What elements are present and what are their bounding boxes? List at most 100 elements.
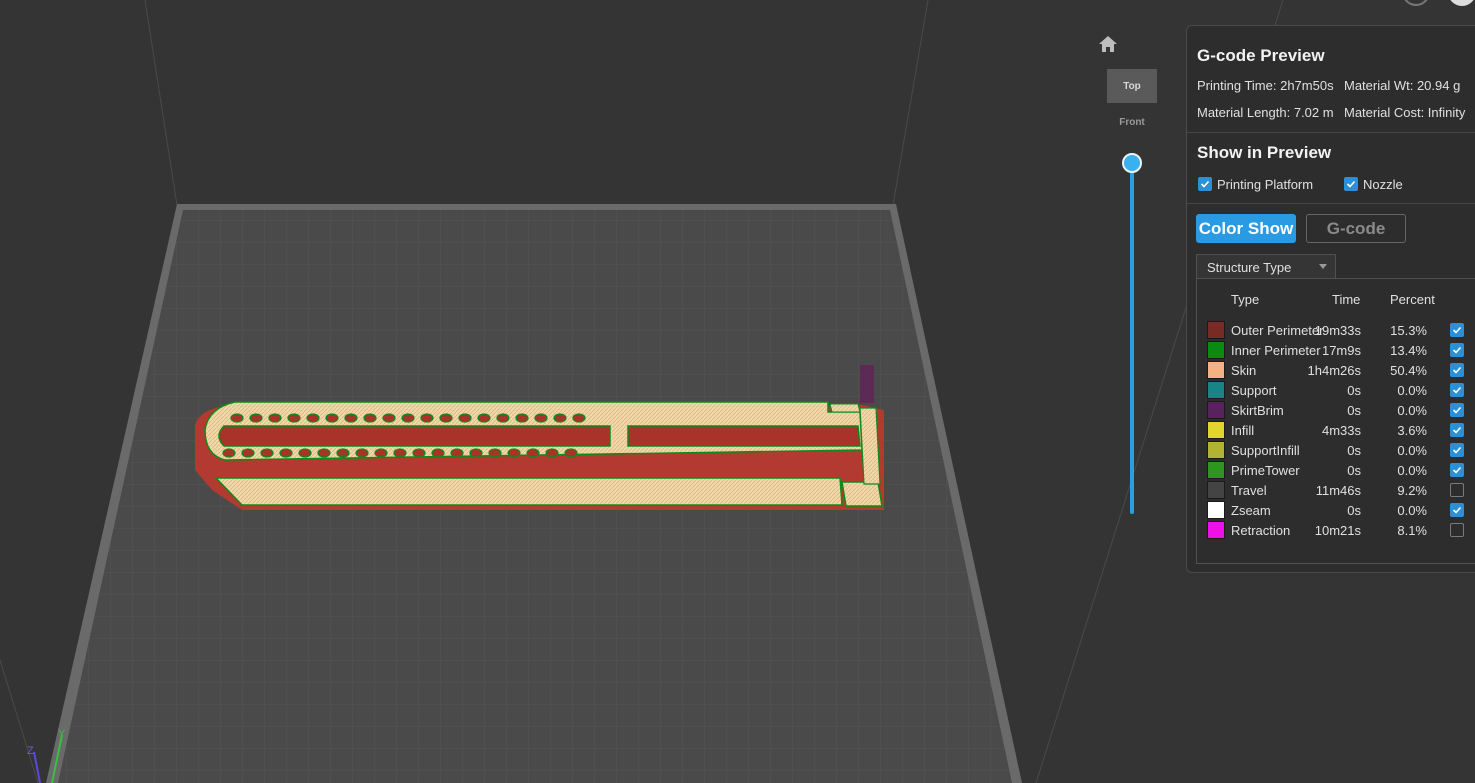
printing-platform-label: Printing Platform	[1217, 177, 1314, 192]
row-percent: 9.2%	[1397, 483, 1427, 498]
color-swatch	[1207, 481, 1225, 499]
printing-platform-checkbox[interactable]	[1198, 177, 1212, 191]
row-time: 0s	[1347, 463, 1361, 478]
view-top-button[interactable]: Top	[1107, 69, 1157, 103]
row-percent: 8.1%	[1397, 523, 1427, 538]
gcode-preview-title: G-code Preview	[1197, 46, 1325, 65]
checkmark-icon	[1346, 180, 1356, 188]
checkmark-icon	[1452, 446, 1462, 454]
row-percent: 13.4%	[1390, 343, 1427, 358]
column-header-percent: Percent	[1390, 292, 1435, 307]
row-visibility-checkbox[interactable]	[1450, 323, 1464, 337]
row-percent: 0.0%	[1397, 503, 1427, 518]
row-time: 0s	[1347, 503, 1361, 518]
structure-type-dropdown[interactable]: Structure Type	[1196, 254, 1336, 279]
volume-edge-line	[144, 0, 178, 206]
layer-slider-track[interactable]	[1130, 168, 1134, 514]
color-swatch	[1207, 381, 1225, 399]
color-swatch	[1207, 341, 1225, 359]
color-swatch	[1207, 441, 1225, 459]
table-row: Support 0s 0.0%	[1197, 381, 1475, 401]
row-percent: 0.0%	[1397, 403, 1427, 418]
divider	[1187, 203, 1475, 204]
row-visibility-checkbox[interactable]	[1450, 403, 1464, 417]
color-swatch	[1207, 401, 1225, 419]
row-time: 0s	[1347, 403, 1361, 418]
row-time: 19m33s	[1314, 323, 1361, 338]
table-row: Outer Perimeter 19m33s 15.3%	[1197, 321, 1475, 341]
row-time: 10m21s	[1314, 523, 1361, 538]
table-row: Infill 4m33s 3.6%	[1197, 421, 1475, 441]
row-visibility-checkbox[interactable]	[1450, 503, 1464, 517]
row-time: 1h4m26s	[1307, 363, 1361, 378]
row-percent: 3.6%	[1397, 423, 1427, 438]
nozzle-marker	[860, 365, 874, 403]
row-visibility-checkbox[interactable]	[1450, 363, 1464, 377]
row-visibility-checkbox[interactable]	[1450, 443, 1464, 457]
row-visibility-checkbox[interactable]	[1450, 463, 1464, 477]
svg-text:Z: Z	[27, 745, 34, 757]
row-time: 11m46s	[1315, 483, 1361, 498]
checkmark-icon	[1452, 426, 1462, 434]
row-percent: 15.3%	[1390, 323, 1427, 338]
table-row: Retraction 10m21s 8.1%	[1197, 521, 1475, 541]
color-swatch	[1207, 501, 1225, 519]
color-swatch	[1207, 361, 1225, 379]
column-header-type: Type	[1231, 292, 1260, 307]
dropdown-arrow-icon	[1319, 264, 1327, 269]
checkmark-icon	[1452, 326, 1462, 334]
checkmark-icon	[1452, 386, 1462, 394]
color-show-button[interactable]: Color Show	[1196, 214, 1296, 243]
table-row: Zseam 0s 0.0%	[1197, 501, 1475, 521]
color-swatch	[1207, 321, 1225, 339]
nozzle-checkbox[interactable]	[1344, 177, 1358, 191]
row-visibility-checkbox[interactable]	[1450, 343, 1464, 357]
row-percent: 0.0%	[1397, 443, 1427, 458]
color-swatch	[1207, 461, 1225, 479]
color-swatch	[1207, 421, 1225, 439]
layer-slider-handle[interactable]	[1122, 153, 1142, 173]
row-visibility-checkbox[interactable]	[1450, 423, 1464, 437]
dropdown-value: Structure Type	[1207, 260, 1292, 275]
row-time: 0s	[1347, 383, 1361, 398]
row-percent: 0.0%	[1397, 463, 1427, 478]
table-row: Travel 11m46s 9.2%	[1197, 481, 1475, 501]
checkmark-icon	[1452, 406, 1462, 414]
row-time: 4m33s	[1321, 423, 1361, 438]
gcode-preview-panel: G-code Preview Printing Time: 2h7m50s Ma…	[1186, 25, 1475, 573]
row-percent: 0.0%	[1397, 383, 1427, 398]
home-view-button[interactable]	[1097, 33, 1119, 55]
table-row: PrimeTower 0s 0.0%	[1197, 461, 1475, 481]
show-in-preview-title: Show in Preview	[1197, 143, 1332, 162]
checkmark-icon	[1452, 366, 1462, 374]
material-cost: Material Cost: Infinity	[1344, 105, 1466, 120]
home-icon	[1099, 36, 1117, 52]
checkmark-icon	[1452, 506, 1462, 514]
row-percent: 50.4%	[1390, 363, 1427, 378]
svg-text:Y: Y	[58, 728, 66, 740]
checkmark-icon	[1452, 346, 1462, 354]
row-time: 0s	[1347, 443, 1361, 458]
row-visibility-checkbox[interactable]	[1450, 523, 1464, 537]
row-visibility-checkbox[interactable]	[1450, 383, 1464, 397]
color-swatch	[1207, 521, 1225, 539]
nozzle-label: Nozzle	[1363, 177, 1403, 192]
table-row: SkirtBrim 0s 0.0%	[1197, 401, 1475, 421]
checkmark-icon	[1452, 466, 1462, 474]
divider	[1187, 132, 1475, 133]
volume-edge-line	[0, 659, 39, 783]
row-visibility-checkbox[interactable]	[1450, 483, 1464, 497]
row-time: 17m9s	[1321, 343, 1361, 358]
material-length: Material Length: 7.02 m	[1197, 105, 1334, 120]
column-header-time: Time	[1332, 292, 1361, 307]
gcode-button[interactable]: G-code	[1306, 214, 1406, 243]
table-row: Inner Perimeter 17m9s 13.4%	[1197, 341, 1475, 361]
volume-edge-line	[892, 0, 929, 206]
structure-type-table: Type Time Percent Outer Perimeter 19m33s 1…	[1196, 278, 1475, 564]
table-row: Skin 1h4m26s 50.4%	[1197, 361, 1475, 381]
checkmark-icon	[1200, 180, 1210, 188]
printing-time: Printing Time: 2h7m50s	[1197, 78, 1334, 93]
table-row: SupportInfill 0s 0.0%	[1197, 441, 1475, 461]
view-front-button[interactable]: Front	[1107, 105, 1157, 139]
material-weight: Material Wt: 20.94 g	[1344, 78, 1461, 93]
